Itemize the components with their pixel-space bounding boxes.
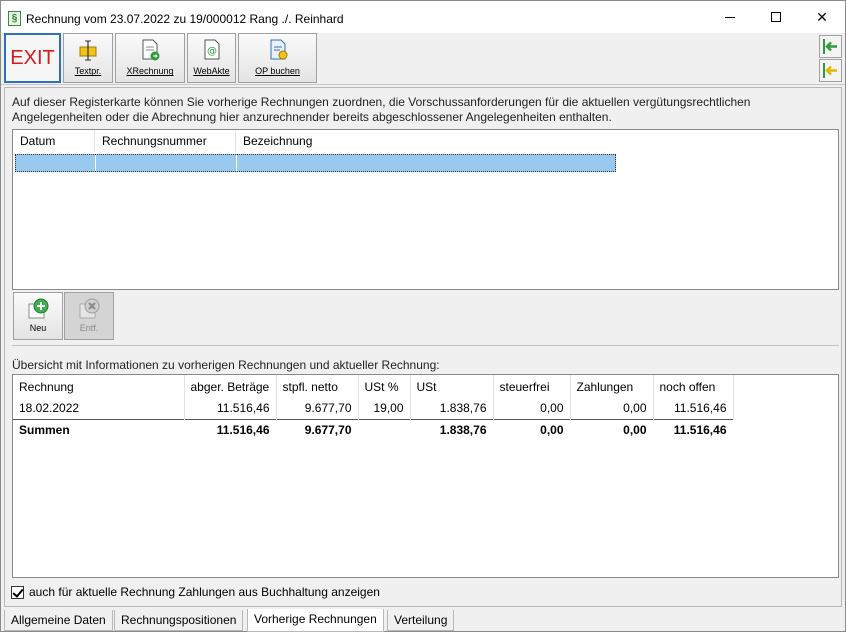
tab-content-panel: Auf dieser Registerkarte können Sie vorh… — [4, 87, 842, 607]
col-abger-betraege[interactable]: abger. Beträge — [184, 375, 277, 398]
sum-stpfl-netto: 9.677,70 — [276, 418, 359, 440]
sum-zahlungen: 0,00 — [570, 418, 654, 440]
op-buchen-label: OP buchen — [255, 66, 300, 76]
payments-checkbox-row[interactable]: auch für aktuelle Rechnung Zahlungen aus… — [11, 584, 380, 600]
maximize-icon — [771, 12, 781, 22]
svg-text:@: @ — [207, 46, 217, 57]
xrechnung-label: XRechnung — [126, 66, 174, 76]
col-steuerfrei[interactable]: steuerfrei — [493, 375, 571, 398]
cell-ust-prozent: 19,00 — [358, 398, 411, 419]
tab-verteilung[interactable]: Verteilung — [387, 610, 455, 631]
xrechnung-button[interactable]: XRechnung — [115, 33, 185, 83]
webakte-button[interactable]: @ WebAkte — [187, 33, 236, 83]
plus-icon — [28, 298, 49, 319]
remove-button[interactable]: Entf. — [64, 292, 114, 340]
overview-label: Übersicht mit Informationen zu vorherige… — [12, 358, 440, 372]
op-buchen-icon — [270, 39, 287, 60]
exit-button[interactable]: EXIT — [4, 33, 61, 83]
add-label: Neu — [29, 323, 47, 333]
add-button[interactable]: Neu — [13, 292, 63, 340]
webakte-icon: @ — [204, 39, 219, 60]
arrow-left-dotted-icon — [823, 63, 837, 78]
title-bar: § Rechnung vom 23.07.2022 zu 19/000012 R… — [1, 1, 845, 33]
op-buchen-button[interactable]: OP buchen — [238, 33, 317, 83]
sum-steuerfrei: 0,00 — [493, 418, 571, 440]
col-zahlungen[interactable]: Zahlungen — [570, 375, 654, 398]
tab-allgemeine-daten[interactable]: Allgemeine Daten — [4, 610, 113, 631]
col-rechnung[interactable]: Rechnung — [13, 375, 185, 398]
table-row[interactable]: 18.02.2022 11.516,46 9.677,70 19,00 1.83… — [13, 398, 734, 419]
info-text: Auf dieser Registerkarte können Sie vorh… — [12, 95, 751, 124]
app-icon: § — [8, 11, 21, 26]
textpr-label: Textpr. — [74, 66, 102, 76]
window-title: Rechnung vom 23.07.2022 zu 19/000012 Ran… — [26, 12, 344, 26]
col-noch-offen[interactable]: noch offen — [653, 375, 734, 398]
minimize-button[interactable] — [707, 1, 753, 33]
column-header-rechnungsnummer[interactable]: Rechnungsnummer — [95, 130, 236, 152]
minimize-icon — [725, 16, 735, 18]
cell-noch-offen: 11.516,46 — [653, 398, 734, 419]
webakte-label: WebAkte — [193, 66, 230, 76]
column-header-bezeichnung[interactable]: Bezeichnung — [236, 130, 616, 152]
cell-zahlungen: 0,00 — [570, 398, 654, 419]
divider — [12, 345, 839, 346]
sum-noch-offen: 11.516,46 — [653, 418, 734, 440]
cell-stpfl-netto: 9.677,70 — [276, 398, 359, 419]
col-stpfl-netto[interactable]: stpfl. netto — [276, 375, 359, 398]
arrow-left-icon — [823, 39, 837, 54]
cell-abger-betraege: 11.516,46 — [184, 398, 277, 419]
xrechnung-icon — [142, 39, 160, 61]
sum-ust-prozent — [358, 418, 411, 440]
toolbar: EXIT Textpr. XRechnung @ WebAkte OP buch… — [1, 33, 845, 85]
nav-prev-button[interactable] — [819, 59, 842, 82]
tab-bar: Allgemeine Daten Rechnungspositionen Vor… — [1, 609, 845, 632]
col-ust-prozent[interactable]: USt % — [358, 375, 411, 398]
payments-checkbox[interactable] — [11, 585, 24, 599]
tab-vorherige-rechnungen[interactable]: Vorherige Rechnungen — [247, 609, 384, 632]
sum-row: Summen 11.516,46 9.677,70 1.838,76 0,00 … — [13, 418, 734, 440]
cell-rechnung: 18.02.2022 — [13, 398, 185, 419]
sum-label: Summen — [13, 418, 185, 440]
maximize-button[interactable] — [753, 1, 799, 33]
sum-abger-betraege: 11.516,46 — [184, 418, 277, 440]
remove-label: Entf. — [79, 323, 99, 333]
nav-first-button[interactable] — [819, 35, 842, 58]
sum-ust: 1.838,76 — [410, 418, 494, 440]
previous-invoices-list[interactable]: Datum Rechnungsnummer Bezeichnung — [12, 129, 839, 290]
invoice-overview-table[interactable]: Rechnung abger. Beträge stpfl. netto USt… — [12, 374, 839, 578]
cell-steuerfrei: 0,00 — [493, 398, 571, 419]
payments-checkbox-label: auch für aktuelle Rechnung Zahlungen aus… — [29, 585, 380, 599]
col-ust[interactable]: USt — [410, 375, 494, 398]
tab-rechnungspositionen[interactable]: Rechnungspositionen — [114, 610, 244, 631]
text-tool-icon — [79, 40, 97, 61]
column-header-datum[interactable]: Datum — [13, 130, 95, 152]
close-button[interactable]: ✕ — [799, 1, 845, 33]
close-icon: ✕ — [816, 8, 828, 25]
table-header-row: Rechnung abger. Beträge stpfl. netto USt… — [13, 375, 734, 398]
app-window: § Rechnung vom 23.07.2022 zu 19/000012 R… — [0, 0, 846, 632]
remove-icon — [79, 298, 100, 319]
textpr-button[interactable]: Textpr. — [63, 33, 113, 83]
exit-label: EXIT — [10, 47, 55, 69]
cell-ust: 1.838,76 — [410, 398, 494, 419]
selected-empty-row[interactable] — [15, 154, 616, 172]
